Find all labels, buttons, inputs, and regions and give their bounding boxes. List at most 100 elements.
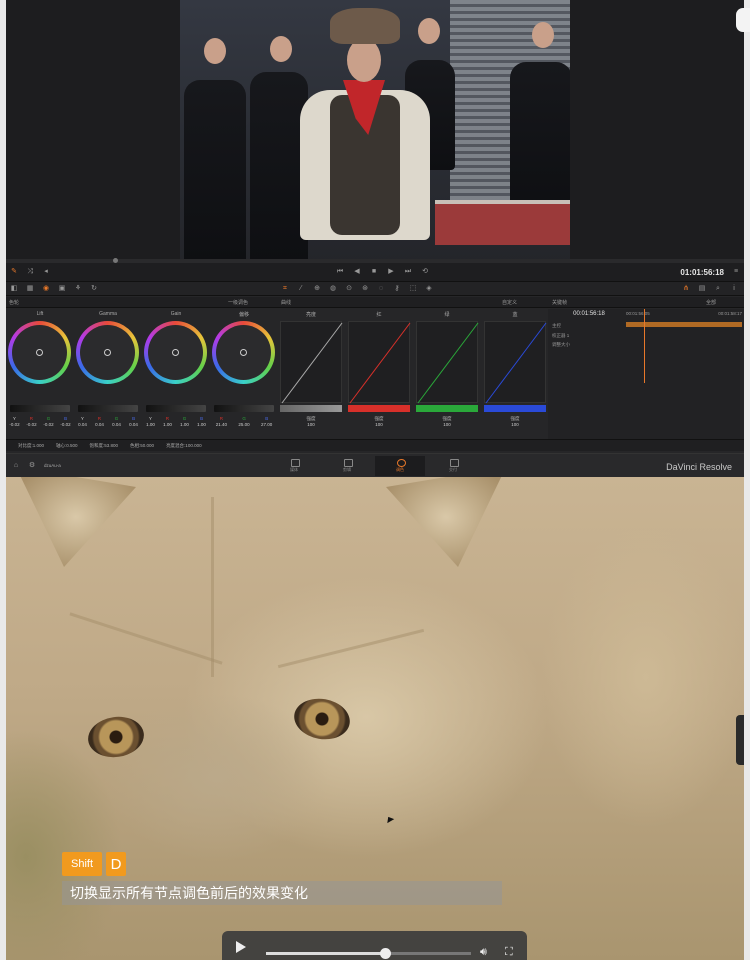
wheel-puck[interactable] — [172, 349, 179, 356]
zoom-icon[interactable]: ⌕ — [714, 285, 722, 293]
grid-icon[interactable]: ▦ — [26, 285, 34, 293]
keyframes-mode-dropdown[interactable]: 全部 — [706, 299, 716, 306]
curve-editor[interactable] — [280, 321, 343, 404]
curve-editor[interactable] — [484, 321, 547, 404]
shuffle-icon[interactable]: ⤨ — [26, 268, 34, 276]
image-icon[interactable]: ▣ — [58, 285, 66, 293]
loop-icon[interactable]: ⟲ — [421, 268, 429, 276]
home-icon[interactable]: ⌂ — [12, 462, 20, 470]
channel-value[interactable]: 0.04 — [129, 422, 138, 427]
eyedropper-icon[interactable]: ⁄ — [297, 285, 305, 293]
keyframe-track[interactable]: 校正器 1 — [552, 333, 569, 339]
magic-mask-icon[interactable]: ⊛ — [361, 285, 369, 293]
curve-intensity-bar[interactable] — [348, 405, 410, 412]
channel-value[interactable]: 1.00 — [197, 422, 206, 427]
tab-media[interactable]: 媒体 — [269, 456, 319, 476]
contrast-param[interactable]: 对比度:1.000 — [18, 443, 44, 449]
step-back-icon[interactable]: ◀ — [353, 268, 361, 276]
volume-icon[interactable]: 🔊︎ — [480, 946, 487, 959]
fur-stripe — [211, 497, 214, 677]
curve-value[interactable]: 100 — [346, 422, 412, 427]
blur-icon[interactable]: ◌ — [377, 285, 385, 293]
channel-value[interactable]: 1.00 — [180, 422, 189, 427]
curves-icon[interactable]: ⌗ — [281, 285, 289, 293]
speaker-icon[interactable]: ◂ — [42, 268, 50, 276]
3d-icon[interactable]: ◈ — [425, 285, 433, 293]
side-handle[interactable] — [736, 715, 744, 765]
scope-icon[interactable]: ▤ — [698, 285, 706, 293]
channel-value[interactable]: 0.04 — [78, 422, 87, 427]
curves-mode-dropdown[interactable]: 自定义 — [502, 299, 517, 306]
curve-intensity-bar[interactable] — [484, 405, 546, 412]
keyframe-track[interactable]: 调整大小 — [552, 342, 570, 348]
keyframe-timecode: 00:01:56:18 — [573, 311, 605, 317]
stabilize-icon[interactable]: ⚘ — [74, 285, 82, 293]
channel-value[interactable]: 0.04 — [112, 422, 121, 427]
tab-edit[interactable]: 剪辑 — [322, 456, 372, 476]
curve-intensity-bar[interactable] — [416, 405, 478, 412]
wheel-puck[interactable] — [36, 349, 43, 356]
settings-icon[interactable]: ⚙ — [28, 462, 36, 470]
play-icon[interactable]: ▶ — [387, 268, 395, 276]
pivot-param[interactable]: 轴心:0.500 — [56, 443, 78, 449]
wheel-title: Lift — [36, 311, 44, 317]
wheel-master-slider[interactable] — [214, 405, 274, 412]
saturation-param[interactable]: 饱和度:53.800 — [90, 443, 119, 449]
lum-mix-param[interactable]: 亮度混合:100.000 — [166, 443, 202, 449]
skip-end-icon[interactable]: ⏭ — [404, 268, 412, 276]
keyframe-playhead[interactable] — [644, 309, 645, 383]
channel-value[interactable]: -0.02 — [43, 422, 53, 427]
channel-value[interactable]: 21.40 — [216, 422, 227, 427]
camera-icon[interactable]: ◧ — [10, 285, 18, 293]
stop-icon[interactable]: ■ — [370, 268, 378, 276]
curve-value[interactable]: 100 — [482, 422, 548, 427]
wheel-puck[interactable] — [104, 349, 111, 356]
pen-icon[interactable]: ✎ — [10, 268, 18, 276]
tab-color[interactable]: 调色 — [375, 456, 425, 476]
fullscreen-icon[interactable]: ⛶ — [505, 946, 513, 959]
rotate-icon[interactable]: ↻ — [90, 285, 98, 293]
info-icon[interactable]: i — [730, 285, 738, 293]
keyframe-track[interactable]: 主控 — [552, 323, 561, 329]
wheel-master-slider[interactable] — [10, 405, 70, 412]
tab-deliver[interactable]: 交付 — [428, 456, 478, 476]
curve-editor[interactable] — [416, 321, 479, 404]
side-toggle-button[interactable] — [736, 8, 750, 32]
channel-value[interactable]: 27.00 — [261, 422, 272, 427]
wheel-master-slider[interactable] — [78, 405, 138, 412]
menu-icon[interactable]: ≡ — [732, 268, 740, 276]
video-viewer — [6, 0, 750, 263]
channel-value[interactable]: 25.00 — [238, 422, 249, 427]
keyframe-icon[interactable]: ⋔ — [682, 285, 690, 293]
wheel-gain: Gain Y R G B 1.00 1.00 1.00 1.00 — [142, 309, 210, 439]
key-icon[interactable]: ⚷ — [393, 285, 401, 293]
wheel-master-slider[interactable] — [146, 405, 206, 412]
curve-value[interactable]: 100 — [414, 422, 480, 427]
progress-knob[interactable] — [379, 948, 391, 959]
channel-value[interactable]: -0.02 — [60, 422, 70, 427]
hue-param[interactable]: 色相:50.000 — [130, 443, 154, 449]
color-wheel-icon[interactable]: ◉ — [42, 285, 50, 293]
skip-start-icon[interactable]: ⏮ — [336, 268, 344, 276]
caption-text: 切换显示所有节点调色前后的效果变化 — [62, 881, 502, 905]
wheel-puck[interactable] — [240, 349, 247, 356]
wheels-mode-dropdown[interactable]: 一级调色 — [228, 299, 248, 306]
channel-value[interactable]: 1.00 — [163, 422, 172, 427]
channel-label: Y — [148, 416, 152, 421]
wolf-eye — [85, 713, 147, 761]
curve-editor[interactable] — [348, 321, 411, 404]
channel-value[interactable]: -0.02 — [9, 422, 19, 427]
tracker-icon[interactable]: ⊙ — [345, 285, 353, 293]
window-icon[interactable]: ◍ — [329, 285, 337, 293]
video-player-controls: 🔊︎ ⛶ — [222, 931, 527, 960]
channel-value[interactable]: -0.02 — [26, 422, 36, 427]
channel-value[interactable]: 1.00 — [146, 422, 155, 427]
curve-intensity-bar[interactable] — [280, 405, 342, 412]
qualifier-icon[interactable]: ⊕ — [313, 285, 321, 293]
progress-bar[interactable] — [266, 948, 471, 959]
sizing-icon[interactable]: ⬚ — [409, 285, 417, 293]
play-button[interactable] — [236, 941, 246, 953]
person-head — [270, 36, 292, 62]
channel-value[interactable]: 0.04 — [95, 422, 104, 427]
curve-value[interactable]: 100 — [278, 422, 344, 427]
